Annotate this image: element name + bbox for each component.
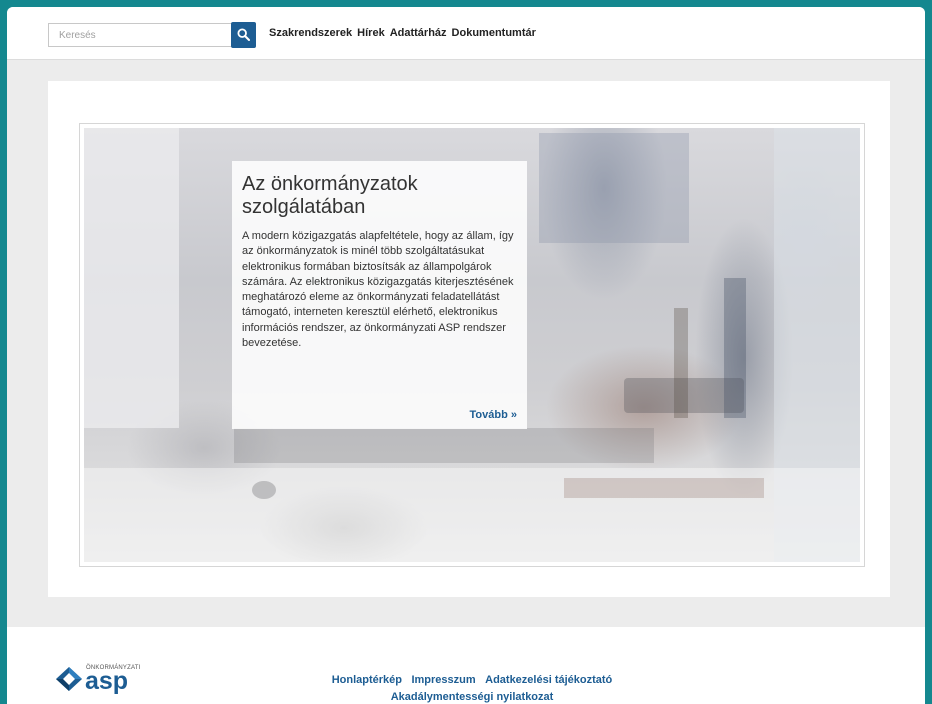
footer-link-impresszum[interactable]: Impresszum (411, 674, 475, 686)
more-link[interactable]: Tovább » (470, 409, 517, 421)
hero-caption-box: Az önkormányzatok szolgálatában A modern… (232, 161, 527, 429)
logo-wordmark: asp (85, 667, 129, 695)
footer-link-akadalymentessegi-nyilatkozat[interactable]: Akadálymentességi nyilatkozat (391, 691, 554, 703)
footer-links: Honlaptérkép Impresszum Adatkezelési táj… (312, 671, 632, 704)
search-icon (237, 28, 250, 41)
footer-link-adatkezelesi-tajekoztato[interactable]: Adatkezelési tájékoztató (485, 674, 612, 686)
nav-link-hirek[interactable]: Hírek (357, 27, 385, 39)
asp-logo[interactable]: ÖNKORMÁNYZATI asp (54, 665, 154, 695)
main-nav: Szakrendszerek Hírek Adattárház Dokument… (269, 27, 536, 39)
asp-logo-icon (56, 667, 82, 691)
hero-title: Az önkormányzatok szolgálatában (242, 173, 418, 218)
browser-frame: Szakrendszerek Hírek Adattárház Dokument… (7, 7, 925, 704)
nav-link-adattarhaz[interactable]: Adattárház (390, 27, 447, 39)
footer-link-honlapterkep[interactable]: Honlaptérkép (332, 674, 402, 686)
footer: ÖNKORMÁNYZATI asp Honlaptérkép Impresszu… (7, 627, 925, 704)
nav-link-dokumentumtar[interactable]: Dokumentumtár (452, 27, 536, 39)
hero-background-image: Az önkormányzatok szolgálatában A modern… (84, 128, 860, 562)
search-input[interactable] (48, 23, 232, 47)
search-button[interactable] (231, 22, 256, 48)
hero-slider: Az önkormányzatok szolgálatában A modern… (79, 123, 865, 567)
hero-body-text: A modern közigazgatás alapfeltétele, hog… (242, 230, 514, 350)
nav-link-szakrendszerek[interactable]: Szakrendszerek (269, 27, 352, 39)
content-panel: Az önkormányzatok szolgálatában A modern… (48, 81, 890, 597)
top-bar: Szakrendszerek Hírek Adattárház Dokument… (7, 7, 925, 60)
